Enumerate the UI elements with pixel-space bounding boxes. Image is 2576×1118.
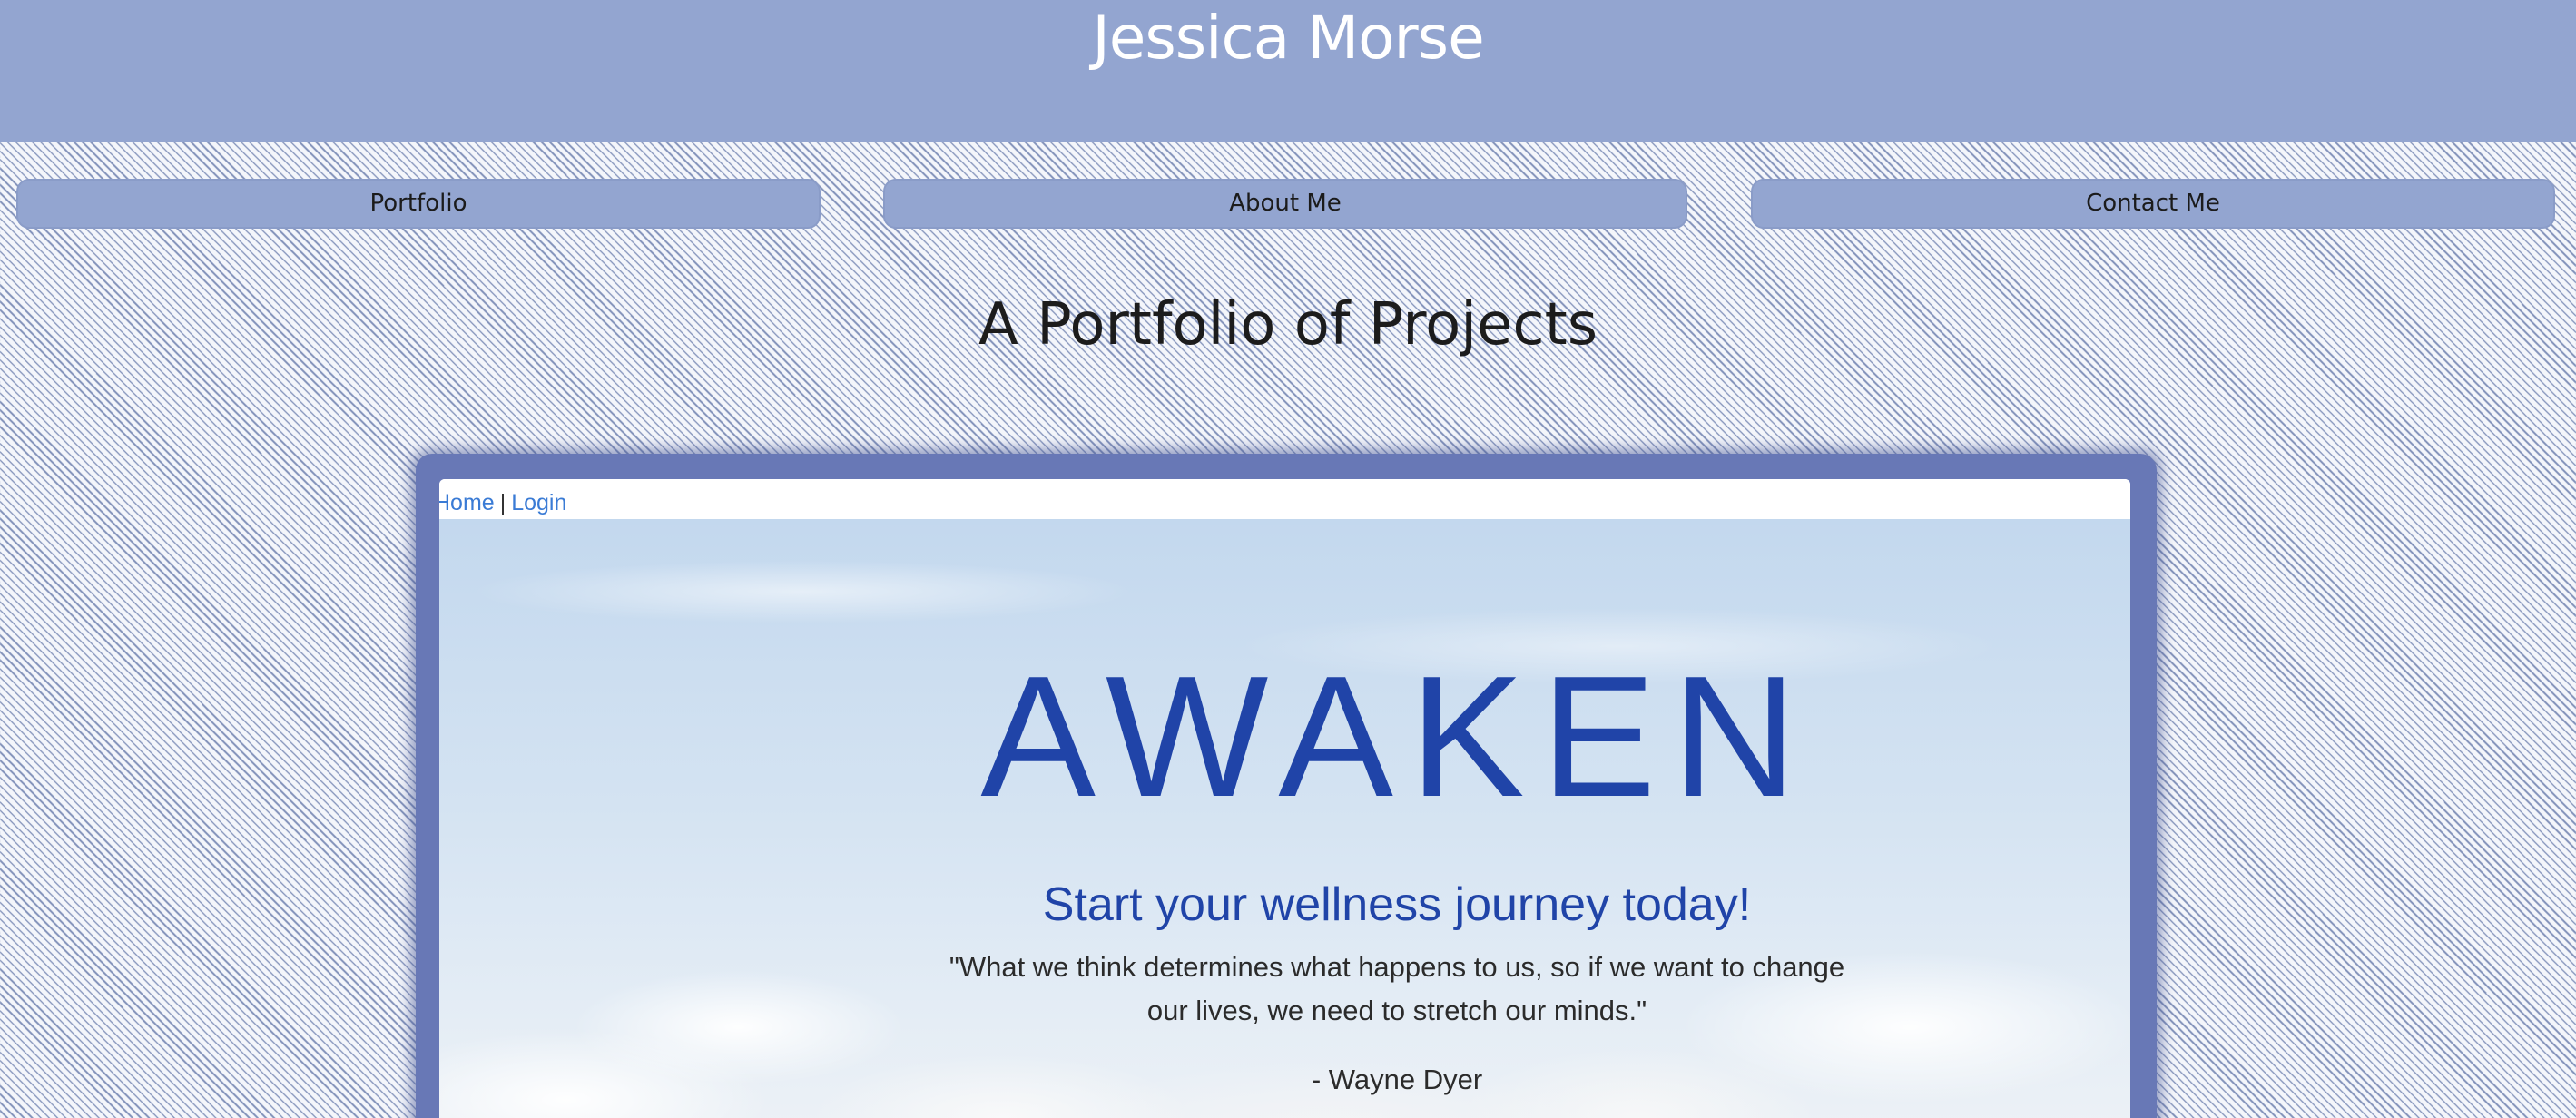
nav-contact-me-button[interactable]: Contact Me	[1751, 179, 2555, 229]
project-tagline: Start your wellness journey today!	[1042, 878, 1752, 931]
project-home-link[interactable]: Home	[439, 490, 495, 515]
project-screenshot[interactable]: Home | Login AWAKEN Start your wellness jo…	[439, 479, 2130, 1118]
page-title: A Portfolio of Projects	[978, 291, 1598, 358]
site-header: Jessica Morse	[0, 0, 2576, 142]
project-quote: "What we think determines what happens t…	[949, 951, 1845, 1026]
quote-author: - Wayne Dyer	[1311, 1064, 1483, 1095]
site-title: Jessica Morse	[1092, 3, 1484, 73]
project-nav-bar: Home | Login	[439, 479, 2130, 519]
sky-background-image: AWAKEN Start your wellness journey today…	[439, 519, 2130, 1118]
awaken-logo: AWAKEN	[980, 641, 1814, 833]
project-card[interactable]: Home | Login AWAKEN Start your wellness jo…	[416, 454, 2157, 1118]
project-nav-separator: |	[499, 490, 506, 515]
project-login-link[interactable]: Login	[511, 490, 566, 515]
nav-portfolio-button[interactable]: Portfolio	[16, 179, 821, 229]
nav-about-me-button[interactable]: About Me	[883, 179, 1687, 229]
